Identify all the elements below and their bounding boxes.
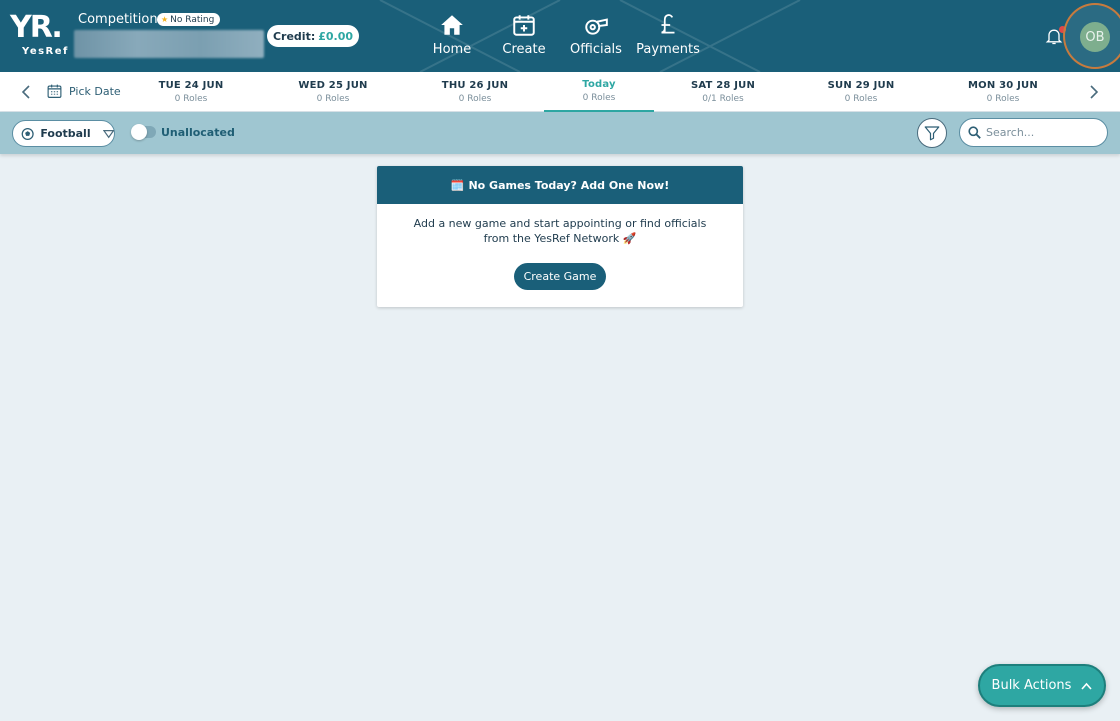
day-roles: 0 Roles (582, 93, 616, 103)
credit-pill[interactable]: Credit: £0.00 (267, 25, 359, 47)
chevron-down-icon (102, 129, 114, 138)
empty-state-body: Add a new game and start appointing or f… (377, 204, 743, 290)
football-icon (21, 127, 34, 140)
nav-officials[interactable]: Officials (568, 12, 624, 57)
bulk-actions-button[interactable]: Bulk Actions (978, 664, 1106, 707)
day-label: SUN 29 JUN (827, 80, 895, 91)
pick-date-button[interactable]: Pick Date (46, 82, 121, 100)
day-label: SAT 28 JUN (690, 80, 756, 91)
credit-label: Credit: (272, 29, 316, 43)
filter-button[interactable] (917, 118, 947, 148)
sport-select-value: Football (40, 127, 91, 140)
day-tab-today[interactable]: Today 0 Roles (544, 72, 654, 112)
day-tab-mon-30[interactable]: MON 30 JUN 0 Roles (962, 72, 1044, 112)
day-label: Today (582, 79, 616, 90)
nav-payments[interactable]: Payments (636, 12, 700, 57)
chevron-left-icon[interactable] (18, 82, 34, 102)
empty-state-text-line1: Add a new game and start appointing or f… (413, 217, 707, 230)
whistle-icon (585, 18, 608, 35)
sport-select[interactable]: Football (12, 120, 115, 147)
nav-home[interactable]: Home (430, 12, 474, 57)
top-navigation-bar: YR. YesRef Competition: ★ No Rating Cred… (0, 0, 1120, 72)
empty-state-header: 🗓️ No Games Today? Add One Now! (377, 166, 743, 204)
pound-icon (661, 14, 675, 34)
nav-home-label: Home (432, 42, 472, 57)
day-label: THU 26 JUN (441, 80, 509, 91)
nav-create-label: Create (502, 42, 546, 57)
day-label: MON 30 JUN (968, 80, 1038, 91)
search-input[interactable] (986, 126, 1096, 139)
bulk-actions-label: Bulk Actions (991, 678, 1072, 693)
day-roles: 0 Roles (986, 94, 1020, 104)
logo-wordmark: YesRef (22, 46, 69, 57)
create-game-button[interactable]: Create Game (514, 263, 606, 290)
day-roles: 0/1 Roles (702, 94, 744, 104)
empty-state-text-line2: from the YesRef Network 🚀 (483, 232, 637, 245)
nav-create[interactable]: Create (502, 12, 546, 57)
day-label: TUE 24 JUN (158, 80, 224, 91)
rating-badge-text: No Rating (170, 14, 215, 25)
yesref-logo[interactable]: YR. YesRef (10, 12, 70, 58)
filter-bar: Football Unallocated (0, 112, 1120, 154)
day-roles: 0 Roles (316, 94, 350, 104)
calendar-icon (47, 84, 62, 98)
date-strip: Pick Date TUE 24 JUN 0 Roles WED 25 JUN … (0, 72, 1120, 112)
search-field[interactable] (959, 118, 1108, 147)
calendar-plus-icon (513, 15, 535, 36)
search-icon (968, 126, 981, 139)
day-tab-thu-26[interactable]: THU 26 JUN 0 Roles (435, 72, 515, 112)
unallocated-toggle-knob[interactable] (131, 124, 147, 140)
filter-icon (924, 126, 940, 141)
day-roles: 0 Roles (174, 94, 208, 104)
unallocated-label: Unallocated (161, 126, 235, 139)
logo-mark: YR. (10, 10, 63, 45)
chevron-right-icon[interactable] (1086, 82, 1102, 102)
chevron-up-icon (1081, 682, 1093, 690)
day-tab-sun-29[interactable]: SUN 29 JUN 0 Roles (822, 72, 900, 112)
day-tab-tue-24[interactable]: TUE 24 JUN 0 Roles (152, 72, 230, 112)
calendar-emoji-icon: 🗓️ (450, 178, 465, 192)
competition-label: Competition: (78, 12, 162, 27)
rating-badge: ★ No Rating (157, 13, 221, 26)
day-roles: 0 Roles (844, 94, 878, 104)
user-avatar[interactable]: OB (1080, 22, 1110, 52)
day-tab-wed-25[interactable]: WED 25 JUN 0 Roles (292, 72, 374, 112)
pick-date-label: Pick Date (69, 84, 121, 98)
nav-payments-label: Payments (636, 42, 700, 57)
empty-state-title: No Games Today? Add One Now! (468, 178, 670, 192)
nav-officials-label: Officials (570, 42, 622, 57)
day-label: WED 25 JUN (298, 80, 368, 91)
day-roles: 0 Roles (458, 94, 492, 104)
credit-amount: £0.00 (318, 29, 354, 43)
home-icon (441, 15, 463, 35)
competition-name-redacted[interactable] (74, 30, 264, 58)
empty-state-card: 🗓️ No Games Today? Add One Now! Add a ne… (377, 166, 743, 307)
star-icon: ★ (161, 15, 169, 24)
day-tab-sat-28[interactable]: SAT 28 JUN 0/1 Roles (684, 72, 762, 112)
